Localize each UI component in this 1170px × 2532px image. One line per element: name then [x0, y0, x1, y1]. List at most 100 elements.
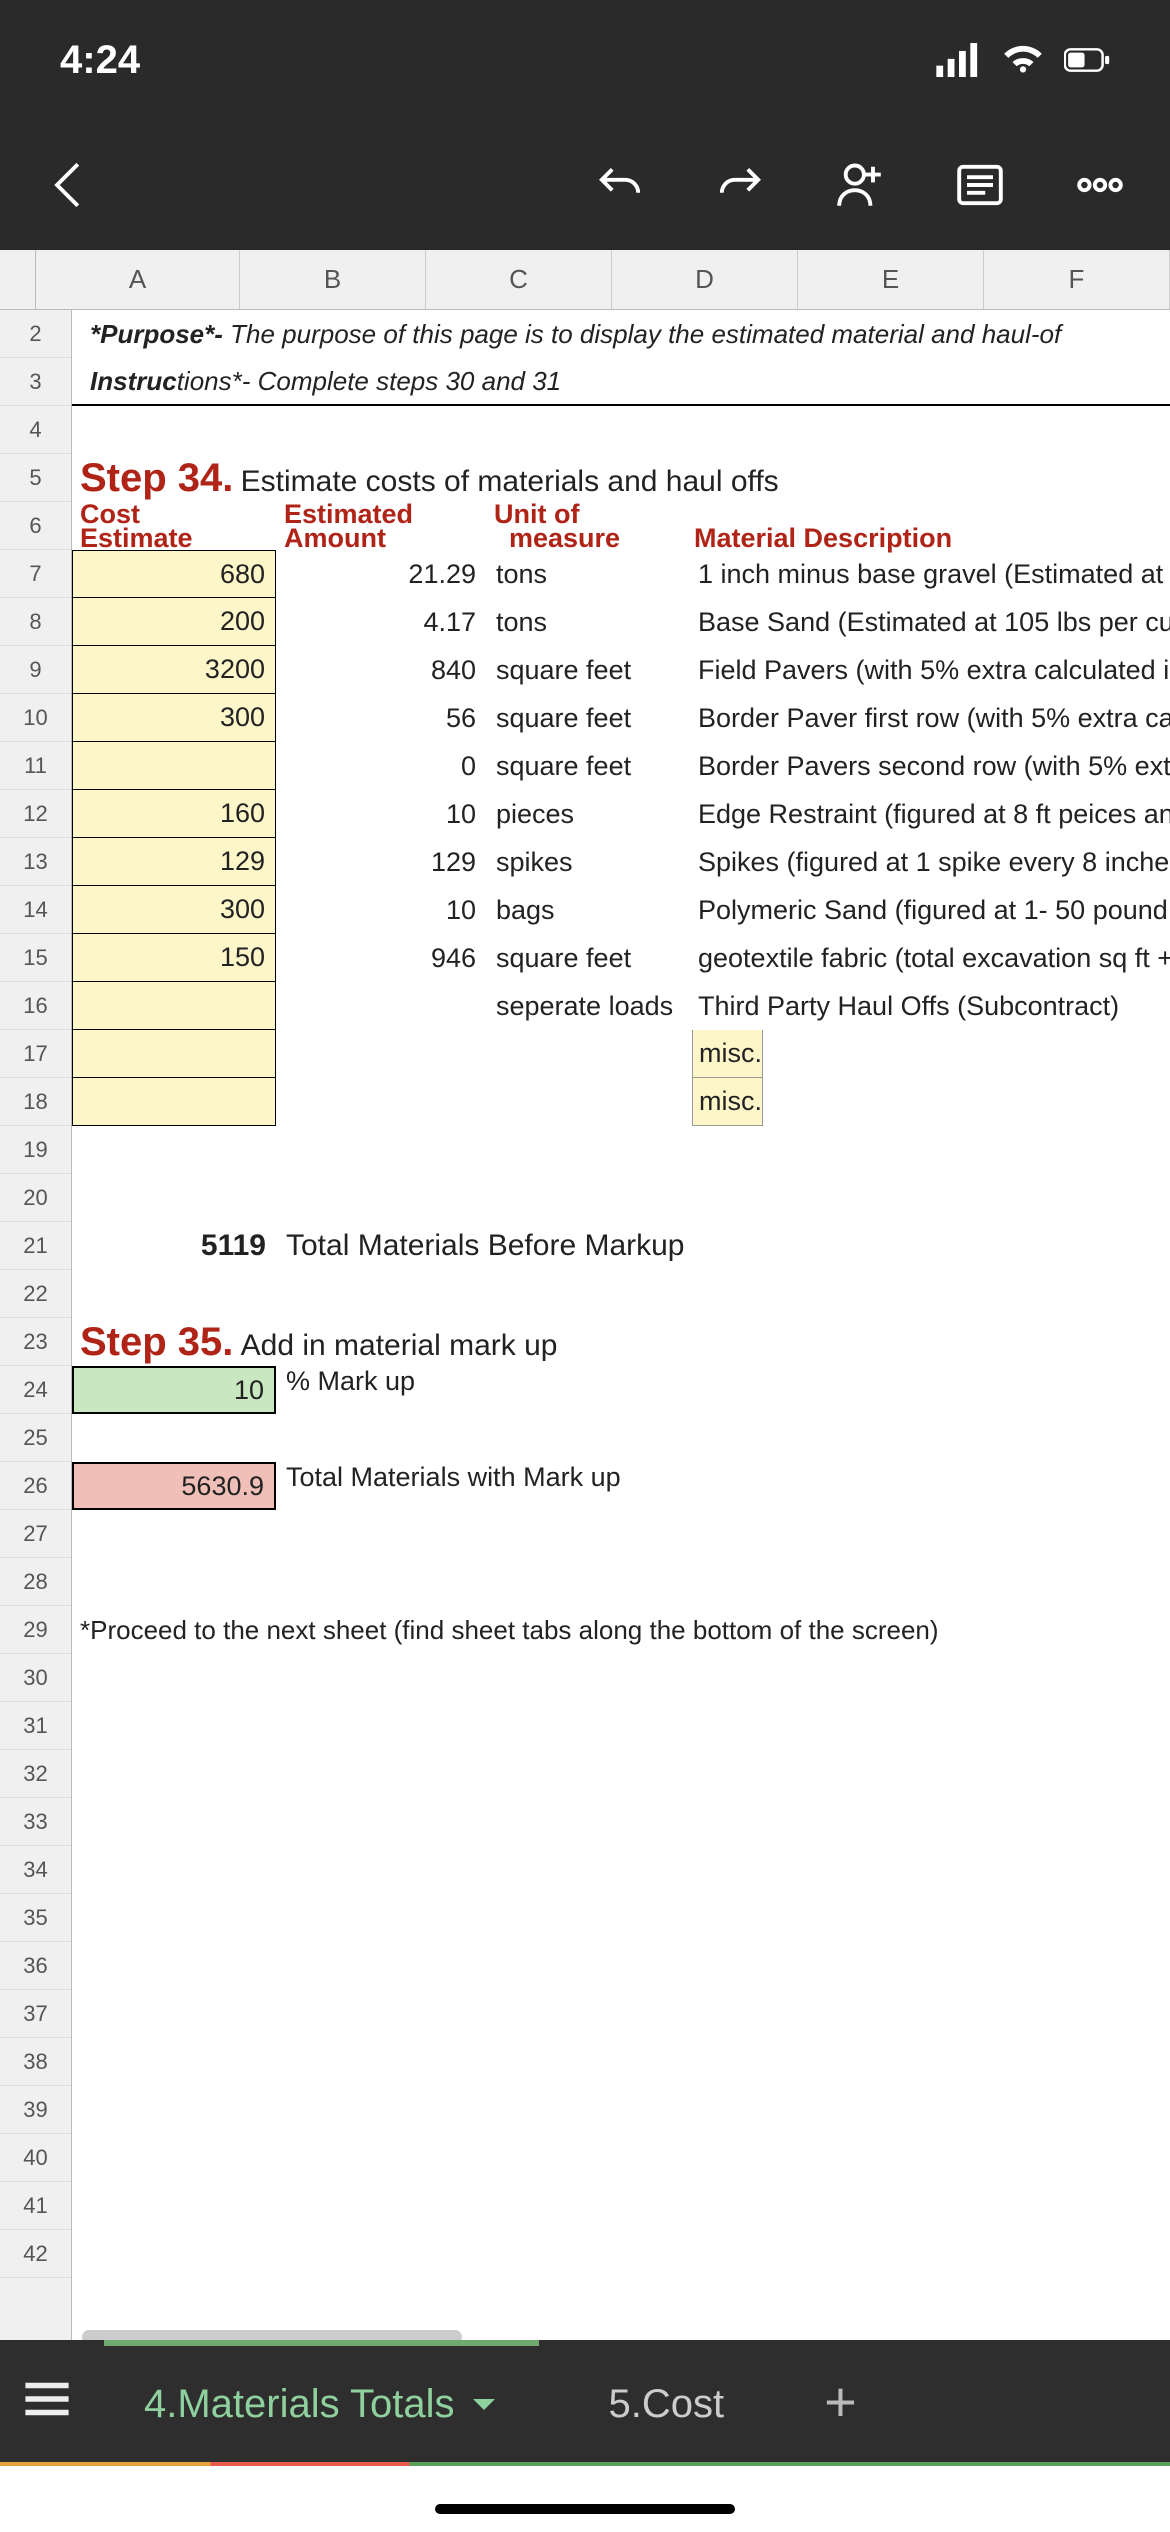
- amount-cell[interactable]: 840: [276, 646, 486, 694]
- cells-area[interactable]: *Purpose*- The purpose of this page is t…: [72, 310, 1170, 2350]
- unit-cell[interactable]: pieces: [486, 790, 692, 838]
- row-number[interactable]: 15: [0, 934, 71, 982]
- row-number[interactable]: 12: [0, 790, 71, 838]
- amount-cell[interactable]: 129: [276, 838, 486, 886]
- row-number[interactable]: 34: [0, 1846, 71, 1894]
- col-header[interactable]: B: [240, 250, 426, 309]
- desc-cell[interactable]: Polymeric Sand (figured at 1- 50 pound b…: [692, 886, 1170, 934]
- desc-cell[interactable]: misc.: [692, 1030, 763, 1078]
- add-sheet-button[interactable]: +: [794, 2369, 887, 2434]
- cost-cell[interactable]: 160: [72, 790, 276, 838]
- row-number[interactable]: 16: [0, 982, 71, 1030]
- cost-cell[interactable]: [72, 982, 276, 1030]
- unit-cell[interactable]: tons: [486, 550, 692, 598]
- table-row[interactable]: 0square feetBorder Pavers second row (wi…: [72, 742, 1170, 790]
- row-number[interactable]: 13: [0, 838, 71, 886]
- desc-cell[interactable]: geotextile fabric (total excavation sq f…: [692, 934, 1170, 982]
- amount-cell[interactable]: [276, 982, 486, 1030]
- row-number[interactable]: 3: [0, 358, 71, 406]
- cost-cell[interactable]: 680: [72, 550, 276, 598]
- back-button[interactable]: [40, 155, 100, 215]
- amount-cell[interactable]: 10: [276, 790, 486, 838]
- row-number[interactable]: 7: [0, 550, 71, 598]
- unit-cell[interactable]: square feet: [486, 934, 692, 982]
- row-number[interactable]: 19: [0, 1126, 71, 1174]
- sheets-menu-button[interactable]: [20, 2372, 74, 2431]
- col-header[interactable]: C: [426, 250, 612, 309]
- table-row[interactable]: 129129spikesSpikes (figured at 1 spike e…: [72, 838, 1170, 886]
- row-number[interactable]: 10: [0, 694, 71, 742]
- table-row[interactable]: 3200840square feetField Pavers (with 5% …: [72, 646, 1170, 694]
- row-number[interactable]: 30: [0, 1654, 71, 1702]
- unit-cell[interactable]: spikes: [486, 838, 692, 886]
- cost-cell[interactable]: [72, 1030, 276, 1078]
- sheet-tab-active[interactable]: 4.Materials Totals: [104, 2340, 539, 2462]
- amount-cell[interactable]: 10: [276, 886, 486, 934]
- markup-row[interactable]: 10% Mark up: [72, 1366, 415, 1414]
- table-row[interactable]: seperate loadsThird Party Haul Offs (Sub…: [72, 982, 1119, 1030]
- unit-cell[interactable]: [486, 1030, 692, 1078]
- row-number[interactable]: 41: [0, 2182, 71, 2230]
- unit-cell[interactable]: seperate loads: [486, 982, 692, 1030]
- row-number[interactable]: 32: [0, 1750, 71, 1798]
- row-number[interactable]: 5: [0, 454, 71, 502]
- row-number[interactable]: 17: [0, 1030, 71, 1078]
- cost-cell[interactable]: 300: [72, 694, 276, 742]
- select-all-corner[interactable]: [0, 250, 36, 309]
- desc-cell[interactable]: misc.: [692, 1078, 763, 1126]
- row-number[interactable]: 29: [0, 1606, 71, 1654]
- row-number[interactable]: 2: [0, 310, 71, 358]
- row-number[interactable]: 27: [0, 1510, 71, 1558]
- cost-cell[interactable]: 129: [72, 838, 276, 886]
- table-row[interactable]: 16010piecesEdge Restraint (figured at 8 …: [72, 790, 1170, 838]
- table-row[interactable]: 30010bagsPolymeric Sand (figured at 1- 5…: [72, 886, 1170, 934]
- unit-cell[interactable]: square feet: [486, 742, 692, 790]
- row-number[interactable]: 36: [0, 1942, 71, 1990]
- row-number[interactable]: 9: [0, 646, 71, 694]
- row-number[interactable]: 14: [0, 886, 71, 934]
- cost-cell[interactable]: 200: [72, 598, 276, 646]
- row-number[interactable]: 22: [0, 1270, 71, 1318]
- row-number[interactable]: 28: [0, 1558, 71, 1606]
- more-button[interactable]: [1070, 155, 1130, 215]
- table-row[interactable]: 68021.29tons1 inch minus base gravel (Es…: [72, 550, 1170, 598]
- amount-cell[interactable]: 4.17: [276, 598, 486, 646]
- amount-cell[interactable]: 0: [276, 742, 486, 790]
- amount-cell[interactable]: [276, 1078, 486, 1126]
- row-number[interactable]: 35: [0, 1894, 71, 1942]
- cost-cell[interactable]: [72, 742, 276, 790]
- desc-cell[interactable]: 1 inch minus base gravel (Estimated at 1…: [692, 550, 1170, 598]
- desc-cell[interactable]: Edge Restraint (figured at 8 ft peices a…: [692, 790, 1170, 838]
- unit-cell[interactable]: [486, 1078, 692, 1126]
- desc-cell[interactable]: Spikes (figured at 1 spike every 8 inche…: [692, 838, 1170, 886]
- cost-cell[interactable]: 3200: [72, 646, 276, 694]
- table-row[interactable]: 2004.17tonsBase Sand (Estimated at 105 l…: [72, 598, 1170, 646]
- desc-cell[interactable]: Base Sand (Estimated at 105 lbs per cubi…: [692, 598, 1170, 646]
- row-number[interactable]: 31: [0, 1702, 71, 1750]
- row-number[interactable]: 20: [0, 1174, 71, 1222]
- amount-cell[interactable]: 21.29: [276, 550, 486, 598]
- markup-input[interactable]: 10: [72, 1366, 276, 1414]
- amount-cell[interactable]: 946: [276, 934, 486, 982]
- unit-cell[interactable]: square feet: [486, 646, 692, 694]
- amount-cell[interactable]: 56: [276, 694, 486, 742]
- unit-cell[interactable]: square feet: [486, 694, 692, 742]
- undo-button[interactable]: [590, 155, 650, 215]
- row-number[interactable]: 33: [0, 1798, 71, 1846]
- row-number[interactable]: 40: [0, 2134, 71, 2182]
- row-number[interactable]: 25: [0, 1414, 71, 1462]
- desc-cell[interactable]: Border Paver first row (with 5% extra ca…: [692, 694, 1170, 742]
- table-row[interactable]: misc.: [72, 1078, 763, 1126]
- unit-cell[interactable]: tons: [486, 598, 692, 646]
- row-number[interactable]: 8: [0, 598, 71, 646]
- row-number[interactable]: 4: [0, 406, 71, 454]
- redo-button[interactable]: [710, 155, 770, 215]
- col-header[interactable]: A: [36, 250, 240, 309]
- row-number[interactable]: 6: [0, 502, 71, 550]
- row-number[interactable]: 42: [0, 2230, 71, 2278]
- row-number[interactable]: 11: [0, 742, 71, 790]
- row-number[interactable]: 21: [0, 1222, 71, 1270]
- table-row[interactable]: 30056square feetBorder Paver first row (…: [72, 694, 1170, 742]
- cost-cell[interactable]: 150: [72, 934, 276, 982]
- desc-cell[interactable]: Field Pavers (with 5% extra calculated i…: [692, 646, 1170, 694]
